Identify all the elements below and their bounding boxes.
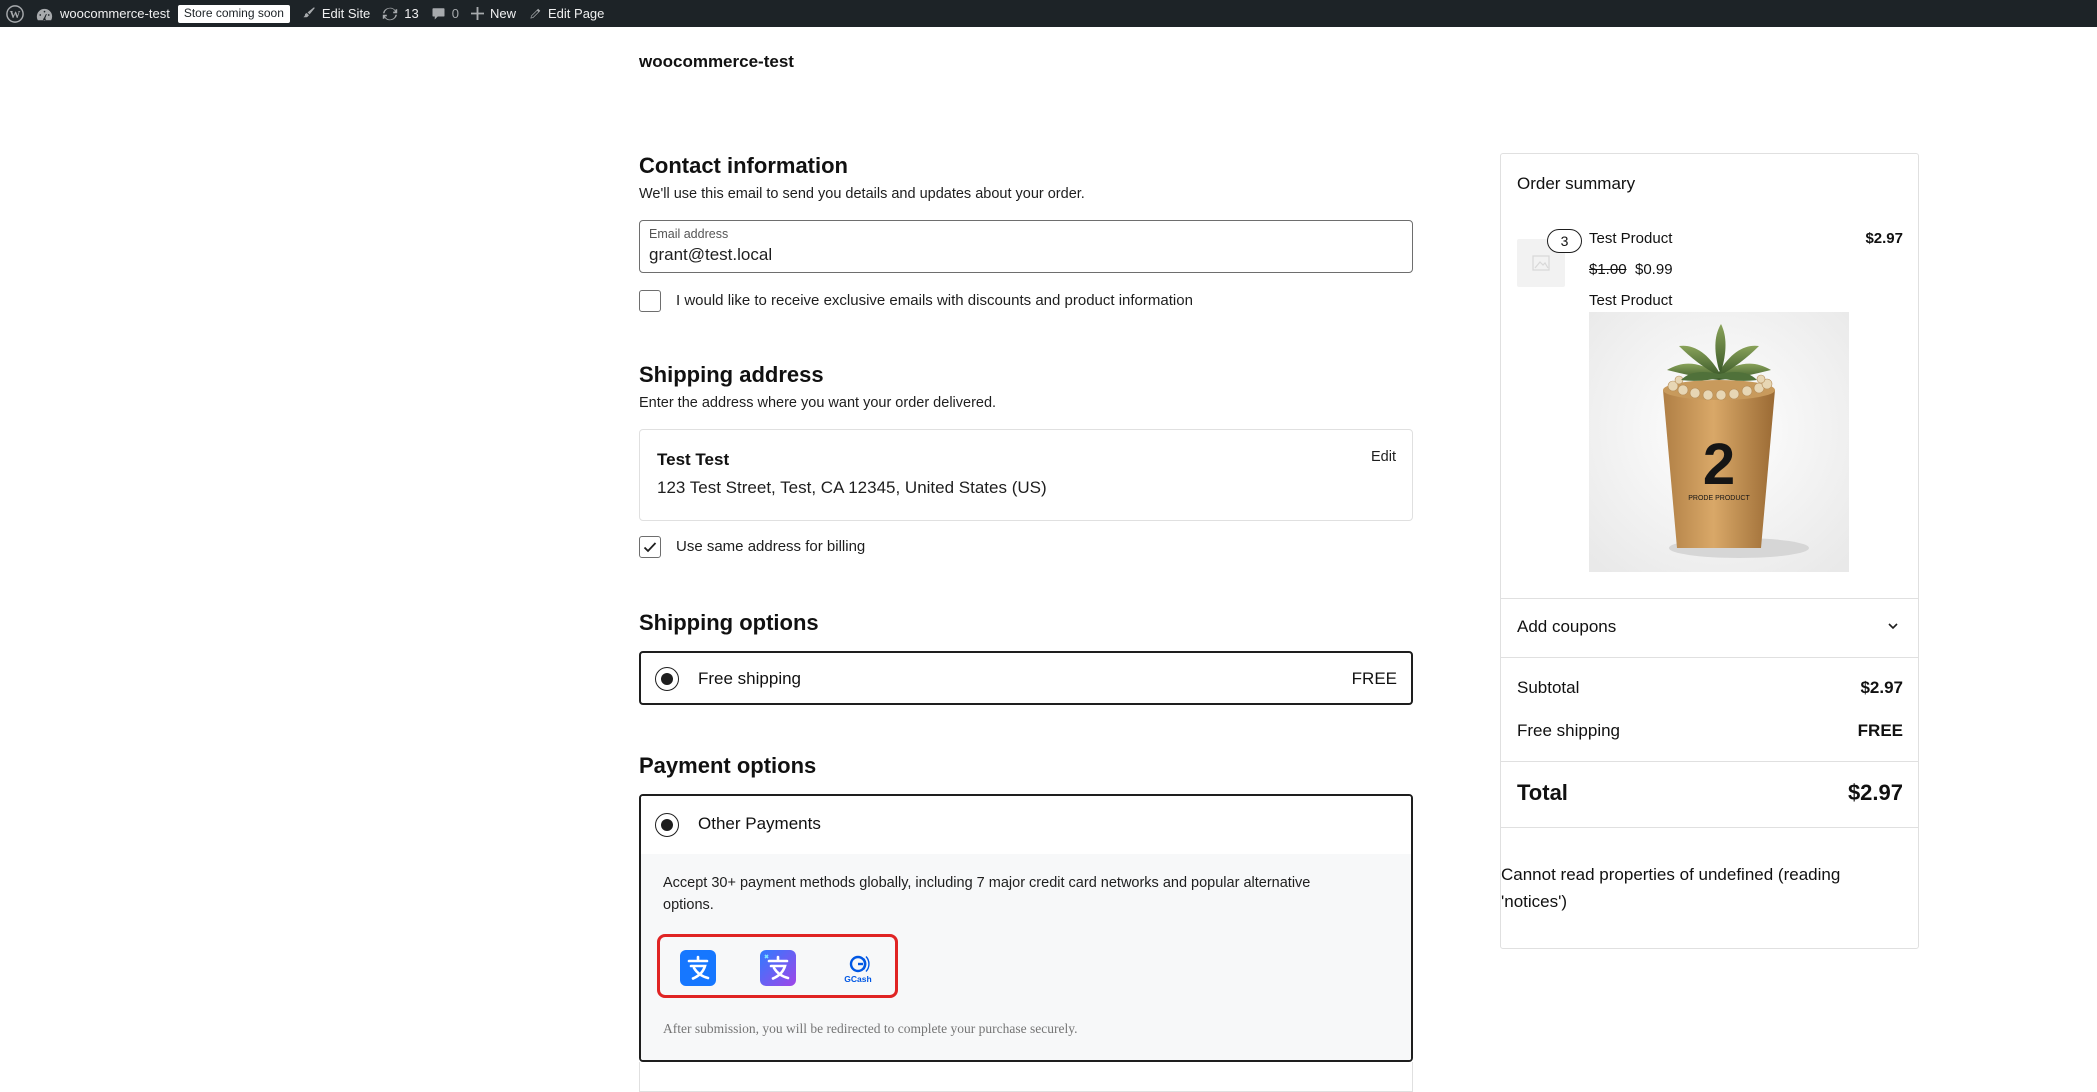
add-coupons-toggle[interactable]: Add coupons: [1517, 617, 1616, 637]
summary-divider: [1501, 827, 1918, 828]
gcash-text: GCash: [844, 974, 871, 984]
newsletter-checkbox[interactable]: [639, 290, 661, 312]
shipping-fee-label: Free shipping: [1517, 721, 1621, 740]
email-value[interactable]: grant@test.local: [649, 245, 772, 265]
pencil-icon: [530, 8, 541, 19]
store-coming-soon-badge[interactable]: Store coming soon: [177, 4, 290, 23]
admin-site-link[interactable]: woocommerce-test: [32, 0, 176, 27]
alipay-plus-icon: [760, 950, 796, 986]
summary-divider: [1501, 761, 1918, 762]
alipay-icon: [680, 950, 716, 986]
payment-option-header[interactable]: Other Payments: [641, 796, 1411, 854]
email-field[interactable]: Email address grant@test.local: [639, 220, 1413, 273]
order-summary: Order summary 3 Test Product $2.97 $1.00…: [1500, 153, 1919, 949]
total-label: Total: [1517, 780, 1568, 805]
summary-divider: [1501, 598, 1918, 599]
shipping-option-price: FREE: [1351, 669, 1397, 688]
shipping-option-free[interactable]: Free shipping FREE: [639, 651, 1413, 705]
summary-divider: [1501, 657, 1918, 658]
next-payment-option[interactable]: [639, 1062, 1413, 1092]
edit-page-label: Edit Page: [548, 6, 605, 21]
svg-text:W: W: [10, 8, 21, 20]
shipping-radio[interactable]: [655, 667, 679, 691]
wordpress-logo-icon[interactable]: W: [0, 0, 32, 27]
email-label: Email address: [649, 227, 729, 241]
payment-option-other[interactable]: Other Payments Accept 30+ payment method…: [639, 794, 1413, 1062]
comment-icon: [432, 8, 445, 20]
product-sale-price: $0.99: [1635, 261, 1673, 278]
quantity-badge: 3: [1547, 229, 1582, 253]
plus-icon: [471, 7, 484, 20]
edit-address-button[interactable]: Edit: [1371, 449, 1396, 465]
shipping-options-heading: Shipping options: [639, 610, 819, 635]
dashboard-icon: [36, 8, 53, 21]
shipping-address-description: Enter the address where you want your or…: [639, 395, 997, 411]
contact-description: We'll use this email to send you details…: [639, 186, 1085, 202]
payment-options-heading: Payment options: [639, 753, 817, 778]
payment-radio[interactable]: [655, 813, 679, 837]
payment-redirect-note: After submission, you will be redirected…: [663, 1021, 1078, 1036]
checkmark-icon: [643, 542, 657, 553]
error-message: Cannot read properties of undefined (rea…: [1501, 865, 1841, 911]
shipping-address-card: Test Test 123 Test Street, Test, CA 1234…: [639, 429, 1413, 521]
same-billing-checkbox[interactable]: [639, 536, 661, 558]
shipping-address-heading: Shipping address: [639, 362, 824, 387]
site-title[interactable]: woocommerce-test: [639, 52, 794, 72]
product-regular-price: $1.00: [1589, 261, 1627, 278]
admin-site-name: woocommerce-test: [60, 6, 170, 21]
total-value: $2.97: [1847, 780, 1903, 805]
address-line: 123 Test Street, Test, CA 12345, United …: [657, 478, 1047, 497]
edit-site-label: Edit Site: [321, 6, 371, 21]
shipping-fee-value: FREE: [1857, 721, 1903, 740]
shipping-option-name: Free shipping: [698, 669, 802, 688]
contact-heading: Contact information: [639, 153, 848, 178]
svg-text:2: 2: [1703, 432, 1735, 497]
comments-link[interactable]: 0: [425, 0, 465, 27]
address-name: Test Test: [657, 450, 730, 469]
payment-methods-group: GCash: [657, 934, 898, 998]
payment-option-name: Other Payments: [698, 814, 821, 833]
same-billing-label[interactable]: Use same address for billing: [676, 538, 865, 555]
new-label: New: [490, 6, 517, 21]
edit-site-link[interactable]: Edit Site: [294, 0, 376, 27]
brush-icon: [303, 6, 315, 17]
chevron-down-icon[interactable]: [1886, 619, 1900, 633]
product-line-total: $2.97: [1865, 230, 1903, 247]
edit-page-link[interactable]: Edit Page: [522, 0, 610, 27]
product-image-text: PRODE PRODUCT: [1688, 495, 1750, 502]
comments-count: 0: [451, 6, 459, 21]
admin-bar: W woocommerce-test Store coming soon Edi…: [0, 0, 2097, 27]
product-description: Test Product: [1589, 292, 1673, 309]
payment-description: Accept 30+ payment methods globally, inc…: [663, 875, 1311, 913]
updates-link[interactable]: 13: [376, 0, 424, 27]
updates-count: 13: [404, 6, 419, 21]
gcash-icon: GCash: [840, 950, 876, 986]
new-content-link[interactable]: New: [465, 0, 522, 27]
updates-icon: [383, 7, 398, 20]
product-name: Test Product: [1589, 230, 1673, 247]
subtotal-label: Subtotal: [1517, 678, 1580, 697]
product-image: 2 PRODE PRODUCT: [1589, 312, 1849, 572]
payment-option-body: Accept 30+ payment methods globally, inc…: [641, 854, 1411, 1060]
newsletter-label[interactable]: I would like to receive exclusive emails…: [676, 292, 1193, 309]
subtotal-value: $2.97: [1860, 678, 1903, 697]
order-summary-title: Order summary: [1517, 174, 1636, 193]
